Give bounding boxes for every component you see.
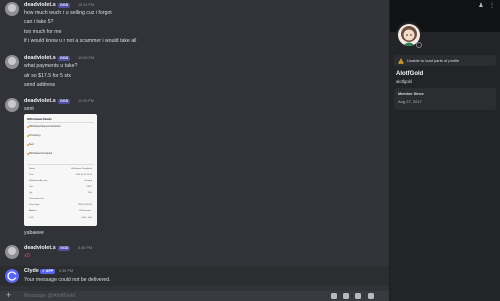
- member-since-date: Aug 27, 2017: [398, 99, 422, 104]
- sticker-icon[interactable]: [355, 292, 361, 299]
- step-label: Withdrawal Request Submitted: [29, 125, 61, 128]
- chat-panel: deadviolet.s GOD 10:31 PM how much wuch …: [0, 0, 389, 301]
- detail-row: Chain Type TRON (TRC20): [29, 204, 92, 206]
- warning-icon: [398, 57, 404, 64]
- gif-icon[interactable]: [343, 292, 349, 299]
- detail-key: Address: [29, 210, 37, 212]
- image-attachment[interactable]: Withdrawal Details Withdrawal Request Su…: [24, 114, 97, 226]
- message-text: Your message could not be delivered.: [24, 277, 111, 283]
- detail-value: Withdrawal Completed: [71, 168, 92, 170]
- message-text: xD: [24, 253, 31, 259]
- step-label: Withdrawal Completed: [29, 152, 53, 155]
- message-timestamp: 10:55 PM: [78, 56, 95, 60]
- detail-row: Address TXhUmxrsd…: [29, 210, 92, 212]
- member-since-card: Member Since Aug 27, 2017: [394, 88, 496, 110]
- detail-row: Transaction Fee: [29, 198, 92, 200]
- profile-username[interactable]: alotfgold: [396, 79, 412, 84]
- detail-row: Time 2023-10-10 22:00: [29, 174, 92, 176]
- detail-key: Status: [29, 168, 35, 170]
- detail-value: Funding: [84, 180, 92, 182]
- profile-display-name[interactable]: AlotfGold: [396, 71, 423, 77]
- avatar[interactable]: [5, 98, 19, 112]
- message-input[interactable]: Message @AlotfGold: [24, 293, 75, 299]
- message-text: what payments u take?: [24, 63, 78, 69]
- more-icon[interactable]: ⋮: [489, 3, 495, 9]
- detail-row: Qty 20.0: [29, 192, 92, 194]
- message-author[interactable]: deadviolet.s: [24, 55, 56, 61]
- message-text: too much for me: [24, 29, 62, 35]
- system-message: Clyde ✓ APP 5:36 PM Your message could n…: [0, 266, 389, 286]
- clyde-avatar: [5, 269, 19, 283]
- message-author[interactable]: deadviolet.s: [24, 98, 56, 104]
- attachment-title: Withdrawal Details: [27, 117, 52, 121]
- detail-row: TxID e3d1…fa01: [29, 217, 92, 219]
- message-text: if i would know u r not a scammer i woul…: [24, 38, 137, 44]
- message-timestamp: 10:31 PM: [78, 3, 95, 7]
- message-timestamp: 11:09 PM: [78, 99, 94, 103]
- detail-key: Chain Type: [29, 204, 40, 206]
- detail-value: TRON (TRC20): [77, 204, 92, 206]
- message-text: can i take 5?: [24, 19, 54, 25]
- avatar[interactable]: [5, 55, 19, 69]
- message-author[interactable]: deadviolet.s: [24, 245, 56, 251]
- message-text: alr so $17.5 for 5 stx: [24, 73, 71, 79]
- detail-key: Withdrawal Account: [29, 180, 48, 182]
- detail-key: TxID: [29, 217, 34, 219]
- app-badge: ✓ APP: [40, 268, 56, 274]
- message-timestamp: 5:36 PM: [59, 269, 74, 273]
- step-label: Sent: [29, 143, 34, 146]
- detail-value: TXhUmxrsd…: [78, 210, 92, 212]
- clyde-icon: [7, 271, 17, 281]
- detail-value: e3d1…fa01: [81, 217, 92, 219]
- detail-key: Qty: [29, 192, 33, 194]
- message-text: how much wuch r u selling cuz i forgot: [24, 10, 112, 16]
- message-author[interactable]: deadviolet.s: [24, 2, 56, 8]
- member-since-label: Member Since: [398, 92, 424, 96]
- detail-row: Coin USDT: [29, 186, 92, 188]
- profile-panel: ♟ ⋮ Unable to load parts of profile Alot…: [390, 0, 500, 301]
- status-indicator: [416, 42, 422, 48]
- avatar[interactable]: [5, 2, 19, 16]
- detail-value: USDT: [86, 186, 92, 188]
- add-friend-icon[interactable]: ♟: [478, 3, 484, 9]
- detail-key: Time: [29, 174, 34, 176]
- message-composer[interactable]: + Message @AlotfGold: [0, 290, 389, 301]
- guild-tag-badge[interactable]: GOD: [58, 98, 71, 104]
- detail-row: Status Withdrawal Completed: [29, 168, 92, 170]
- message-timestamp: 5:36 PM: [78, 246, 93, 250]
- detail-value: 20.0: [87, 192, 92, 194]
- gift-icon[interactable]: [331, 292, 337, 299]
- detail-key: Transaction Fee: [29, 198, 44, 200]
- plus-circle-icon[interactable]: +: [6, 290, 11, 300]
- message-author[interactable]: Clyde: [24, 268, 39, 274]
- message-text: sent: [24, 106, 34, 112]
- step-label: Processing: [29, 134, 41, 137]
- detail-value: 2023-10-10 22:00: [75, 174, 92, 176]
- warning-text: Unable to load parts of profile: [407, 58, 460, 63]
- guild-tag-badge[interactable]: GOD: [58, 245, 71, 251]
- message-text: send address: [24, 82, 56, 88]
- guild-tag-badge[interactable]: GOD: [58, 2, 71, 8]
- guild-tag-badge[interactable]: GOD: [58, 55, 71, 61]
- emoji-icon[interactable]: [368, 292, 374, 299]
- detail-key: Coin: [29, 186, 34, 188]
- profile-warning: Unable to load parts of profile: [394, 55, 496, 66]
- avatar[interactable]: [5, 245, 19, 259]
- message-text: yabaeee: [24, 230, 44, 236]
- detail-row: Withdrawal Account Funding: [29, 180, 92, 182]
